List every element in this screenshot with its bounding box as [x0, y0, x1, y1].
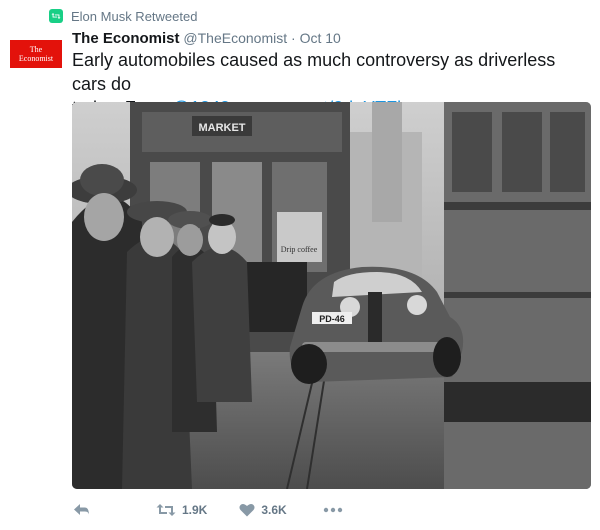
more-dots-icon	[323, 507, 342, 513]
license-plate: PD-46	[319, 314, 345, 324]
streetcar-sign: MARKET	[198, 122, 245, 134]
avatar-logo-line2: Economist	[18, 54, 54, 63]
tweet-header: The Economist @TheEconomist · Oct 10	[72, 30, 341, 47]
retweet-context-label[interactable]: Elon Musk Retweeted	[71, 9, 197, 24]
tweet-photo[interactable]: MARKET Drip coffee PD-46	[72, 102, 591, 489]
avatar[interactable]: The Economist	[10, 40, 62, 68]
more-button[interactable]	[323, 507, 343, 513]
user-handle[interactable]: @TheEconomist	[183, 30, 287, 46]
like-button[interactable]: 3.6K	[239, 503, 287, 517]
tweet-actions: 1.9K 3.6K	[72, 498, 343, 522]
header-separator: ·	[291, 30, 296, 46]
retweet-context: Elon Musk Retweeted	[49, 7, 197, 25]
tweet-date[interactable]: Oct 10	[300, 30, 341, 46]
retweet-button[interactable]: 1.9K	[156, 503, 207, 517]
retweet-icon	[49, 9, 63, 23]
like-count: 3.6K	[261, 503, 287, 517]
avatar-logo-line1: The	[29, 45, 43, 54]
advert-text: Drip coffee	[281, 245, 318, 254]
display-name[interactable]: The Economist	[72, 30, 180, 47]
reply-button[interactable]	[72, 502, 92, 518]
retweet-icon	[156, 504, 176, 516]
reply-icon	[74, 504, 89, 516]
heart-icon	[239, 503, 255, 517]
photo-illustration: MARKET Drip coffee PD-46	[72, 102, 591, 489]
tweet-text-line1: Early automobiles caused as much controv…	[72, 50, 556, 94]
retweet-count: 1.9K	[182, 503, 208, 517]
